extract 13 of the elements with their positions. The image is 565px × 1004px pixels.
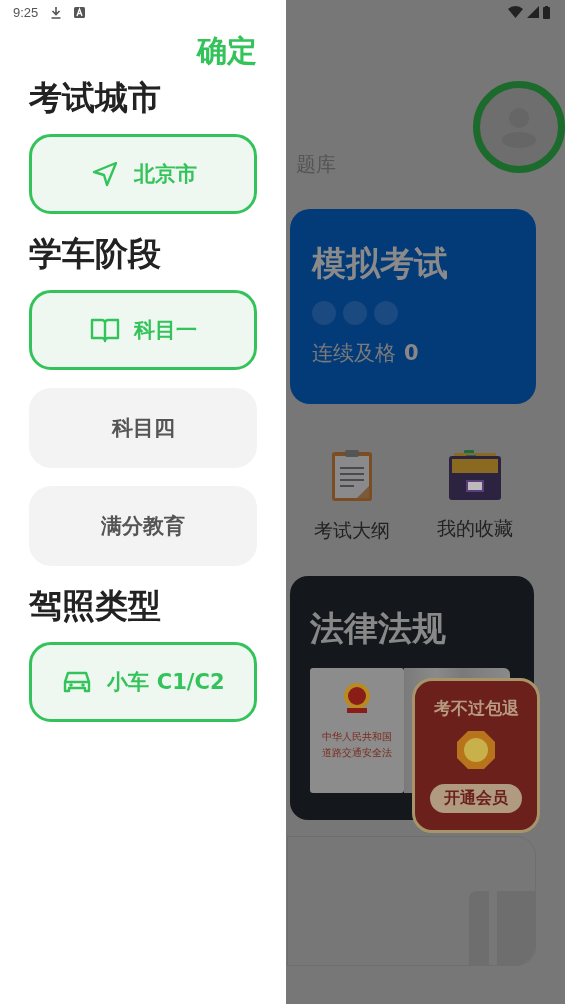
book-title: 道路交通安全法 [322,746,392,760]
status-time: 9:25 [13,4,39,20]
section-heading: 考试城市 [29,78,162,118]
shortcut-label: 我的收藏 [436,516,513,541]
card-title: 模拟考试 [312,242,449,285]
section-heading: 学车阶段 [29,234,162,274]
promo-title: 考不过包退 [433,697,519,720]
book-title: 中华人民共和国 [322,730,392,744]
streak-label: 连续及格 [312,340,396,367]
shortcut-label: 考试大纲 [313,518,390,543]
section-heading: 驾照类型 [29,586,162,626]
card-title: 法律法规 [310,607,447,650]
streak-count: 0 [404,341,419,365]
